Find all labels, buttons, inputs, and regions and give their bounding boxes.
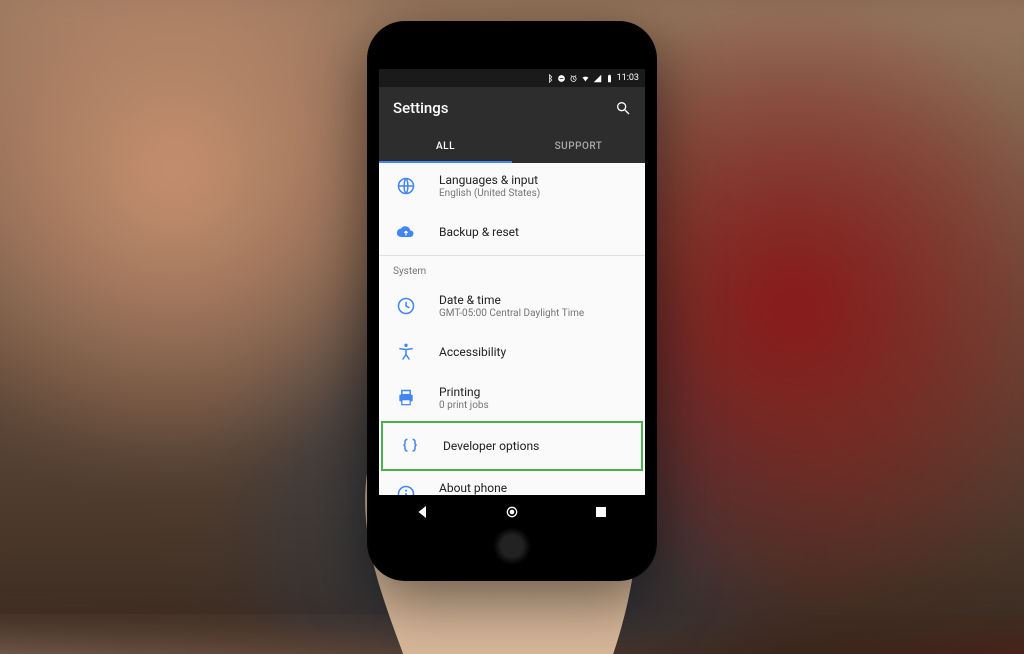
- item-title: Developer options: [443, 439, 539, 453]
- item-title: Date & time: [439, 293, 584, 307]
- cloud-upload-icon: [393, 219, 419, 245]
- phone-screen: 11:03 Settings ALL SUPPORT Languages & i…: [379, 69, 645, 529]
- nav-back-icon[interactable]: [415, 504, 431, 520]
- settings-list[interactable]: Languages & input English (United States…: [379, 163, 645, 495]
- item-title: About phone: [439, 481, 507, 495]
- bluetooth-icon: [545, 74, 554, 83]
- tab-support-label: SUPPORT: [555, 141, 603, 152]
- tab-all-label: ALL: [436, 141, 455, 152]
- item-title: Languages & input: [439, 173, 540, 187]
- page-title: Settings: [393, 99, 449, 117]
- app-bar: Settings: [379, 87, 645, 129]
- clock-icon: [393, 293, 419, 319]
- accessibility-icon: [393, 339, 419, 365]
- status-bar: 11:03: [379, 69, 645, 87]
- signal-icon: [593, 74, 602, 83]
- battery-icon: [605, 74, 614, 83]
- item-title: Printing: [439, 385, 489, 399]
- tab-support[interactable]: SUPPORT: [512, 129, 645, 163]
- item-backup-reset[interactable]: Backup & reset: [379, 209, 645, 255]
- tab-all[interactable]: ALL: [379, 129, 512, 163]
- item-date-time[interactable]: Date & time GMT-05:00 Central Daylight T…: [379, 283, 645, 329]
- alarm-icon: [569, 74, 578, 83]
- phone-frame: 11:03 Settings ALL SUPPORT Languages & i…: [367, 21, 657, 581]
- section-header-system: System: [379, 255, 645, 283]
- navigation-bar: [379, 495, 645, 529]
- item-languages-input[interactable]: Languages & input English (United States…: [379, 163, 645, 209]
- item-accessibility[interactable]: Accessibility: [379, 329, 645, 375]
- wifi-icon: [581, 74, 590, 83]
- item-title: Backup & reset: [439, 225, 519, 239]
- braces-icon: [397, 433, 423, 459]
- item-subtitle: 0 print jobs: [439, 400, 489, 411]
- dnd-icon: [557, 74, 566, 83]
- home-button[interactable]: [493, 527, 531, 565]
- nav-recents-icon[interactable]: [593, 504, 609, 520]
- info-icon: [393, 481, 419, 495]
- item-subtitle: English (United States): [439, 188, 540, 199]
- status-time: 11:03: [617, 73, 639, 83]
- search-icon[interactable]: [615, 100, 631, 116]
- item-title: Accessibility: [439, 345, 506, 359]
- item-printing[interactable]: Printing 0 print jobs: [379, 375, 645, 421]
- globe-icon: [393, 173, 419, 199]
- printer-icon: [393, 385, 419, 411]
- nav-home-icon[interactable]: [504, 504, 520, 520]
- item-about-phone[interactable]: About phone Android 7.1.1: [379, 471, 645, 495]
- item-subtitle: GMT-05:00 Central Daylight Time: [439, 308, 584, 319]
- item-developer-options[interactable]: Developer options: [381, 421, 643, 471]
- tabs: ALL SUPPORT: [379, 129, 645, 163]
